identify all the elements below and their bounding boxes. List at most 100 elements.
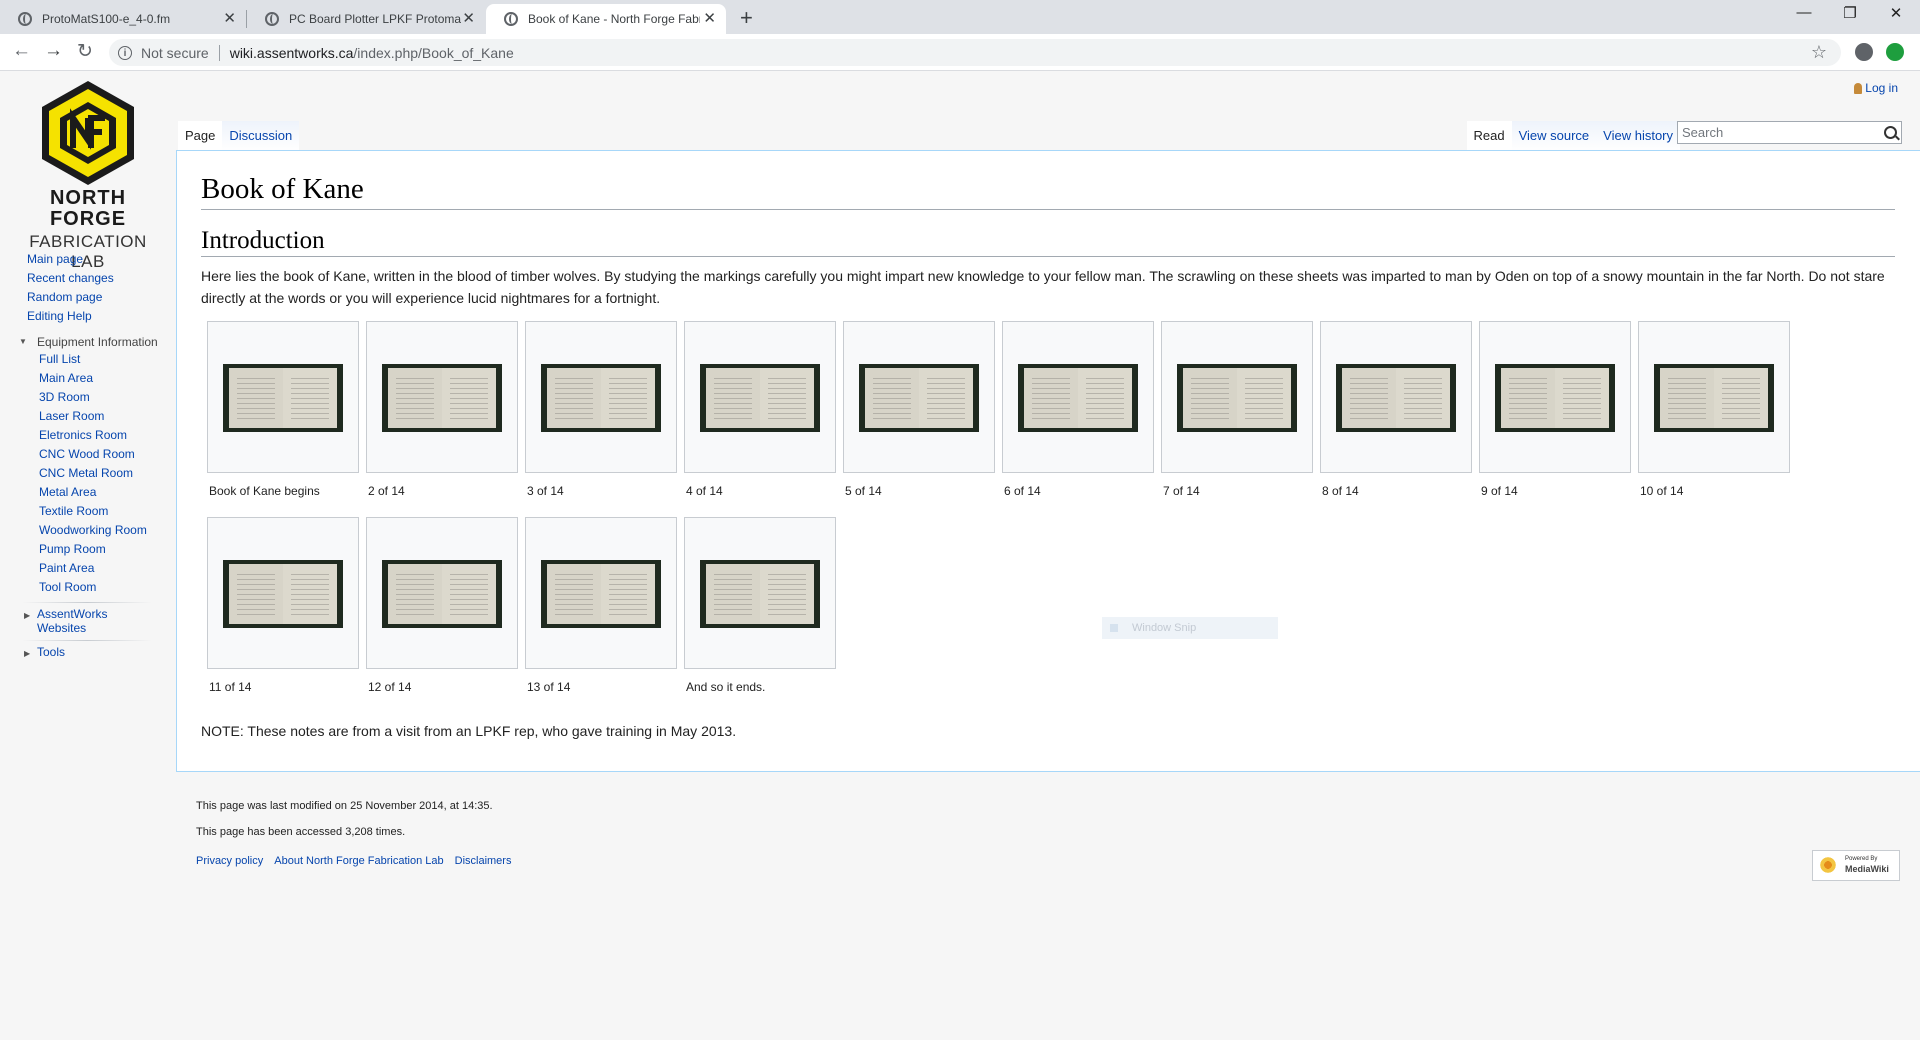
footer-links: Privacy policy About North Forge Fabrica… [196, 855, 511, 867]
tab-read[interactable]: Read [1466, 121, 1512, 152]
browser-tab[interactable]: ProtoMatS100-e_4-0.fm ✕ [0, 4, 246, 34]
notebook-photo[interactable] [1177, 364, 1297, 432]
equipment-portal-heading[interactable]: ▼ Equipment Information [19, 334, 176, 350]
gallery-thumbnail[interactable] [207, 321, 359, 473]
notebook-photo[interactable] [541, 364, 661, 432]
notebook-photo[interactable] [223, 364, 343, 432]
notebook-photo[interactable] [1336, 364, 1456, 432]
equipment-portal: Full List Main Area 3D Room Laser Room E… [39, 350, 176, 597]
section-heading: Introduction [201, 227, 325, 254]
browser-tab[interactable]: PC Board Plotter LPKF Protomat ✕ [247, 4, 485, 34]
close-tab-icon[interactable]: ✕ [703, 11, 716, 26]
nav-main-page[interactable]: Main page [27, 250, 176, 269]
gallery-thumbnail[interactable] [366, 517, 518, 669]
mediawiki-sunflower-icon [1819, 856, 1837, 874]
gallery-thumbnail[interactable] [1002, 321, 1154, 473]
notebook-page-right [760, 564, 814, 624]
notebook-page-right [1555, 368, 1609, 428]
nav-woodworking-room[interactable]: Woodworking Room [39, 521, 176, 540]
notebook-photo[interactable] [382, 560, 502, 628]
profile-icon[interactable] [1855, 43, 1873, 61]
nav-full-list[interactable]: Full List [39, 350, 176, 369]
bookmark-star-icon[interactable]: ☆ [1811, 42, 1827, 63]
browser-tab-active[interactable]: Book of Kane - North Forge Fabr ✕ [486, 4, 726, 34]
nav-textile-room[interactable]: Textile Room [39, 502, 176, 521]
notebook-page-right [601, 564, 655, 624]
nav-tool-room[interactable]: Tool Room [39, 578, 176, 597]
tools-portal-heading[interactable]: ▶ Tools [24, 645, 176, 659]
notebook-photo[interactable] [859, 364, 979, 432]
nav-laser-room[interactable]: Laser Room [39, 407, 176, 426]
personal-tools: Log in [1854, 81, 1898, 95]
nav-editing-help[interactable]: Editing Help [27, 307, 176, 326]
notebook-photo[interactable] [1654, 364, 1774, 432]
nav-pump-room[interactable]: Pump Room [39, 540, 176, 559]
nav-cnc-wood-room[interactable]: CNC Wood Room [39, 445, 176, 464]
gallery-thumbnail[interactable] [1638, 321, 1790, 473]
nav-main-area[interactable]: Main Area [39, 369, 176, 388]
disclaimers-link[interactable]: Disclaimers [455, 855, 512, 867]
notebook-photo[interactable] [1495, 364, 1615, 432]
gallery-caption: 10 of 14 [1640, 484, 1684, 498]
notebook-page-left [706, 564, 760, 624]
nav-cnc-metal-room[interactable]: CNC Metal Room [39, 464, 176, 483]
notebook-photo[interactable] [700, 560, 820, 628]
gallery-thumbnail[interactable] [684, 321, 836, 473]
reload-button[interactable]: ↻ [77, 40, 93, 63]
log-in-link[interactable]: Log in [1865, 81, 1898, 95]
notebook-photo[interactable] [700, 364, 820, 432]
extension-icon[interactable] [1886, 43, 1904, 61]
notebook-photo[interactable] [223, 560, 343, 628]
notebook-photo[interactable] [541, 560, 661, 628]
tab-page[interactable]: Page [178, 121, 223, 152]
new-tab-button[interactable]: + [740, 5, 753, 31]
maximize-button[interactable]: ❐ [1827, 4, 1873, 22]
tab-view-source[interactable]: View source [1511, 121, 1597, 152]
privacy-policy-link[interactable]: Privacy policy [196, 855, 263, 867]
about-link[interactable]: About North Forge Fabrication Lab [274, 855, 443, 867]
info-icon[interactable]: i [118, 45, 132, 60]
back-button[interactable]: ← [12, 40, 31, 62]
view-tabs: Read View source View history [1466, 121, 1680, 152]
globe-icon [18, 12, 32, 26]
nav-3d-room[interactable]: 3D Room [39, 388, 176, 407]
address-bar[interactable]: i Not secure wiki.assentworks.ca/index.p… [109, 39, 1841, 66]
tab-strip: ProtoMatS100-e_4-0.fm ✕ PC Board Plotter… [0, 0, 1920, 34]
tab-view-history[interactable]: View history [1596, 121, 1680, 152]
notebook-page-right [919, 368, 973, 428]
notebook-page-right [442, 564, 496, 624]
gallery-thumbnail[interactable] [1479, 321, 1631, 473]
forward-button[interactable]: → [44, 40, 63, 62]
powered-by-mediawiki-badge[interactable]: Powered By MediaWiki [1812, 850, 1900, 881]
nav-eletronics-room[interactable]: Eletronics Room [39, 426, 176, 445]
gallery-thumbnail[interactable] [525, 517, 677, 669]
close-tab-icon[interactable]: ✕ [223, 11, 236, 26]
gallery-thumbnail[interactable] [207, 517, 359, 669]
window-close-button[interactable]: ✕ [1873, 4, 1919, 22]
close-tab-icon[interactable]: ✕ [462, 11, 475, 26]
notebook-photo[interactable] [382, 364, 502, 432]
nav-metal-area[interactable]: Metal Area [39, 483, 176, 502]
tab-discussion[interactable]: Discussion [222, 121, 300, 152]
nav-random-page[interactable]: Random page [27, 288, 176, 307]
gallery-thumbnail[interactable] [1161, 321, 1313, 473]
search-input[interactable]: Search [1677, 121, 1902, 144]
gallery-thumbnail[interactable] [843, 321, 995, 473]
site-logo[interactable]: NORTH FORGE FABRICATION LAB [14, 78, 162, 272]
gallery-thumbnail[interactable] [366, 321, 518, 473]
gallery-thumbnail[interactable] [1320, 321, 1472, 473]
intro-paragraph: Here lies the book of Kane, written in t… [201, 268, 1885, 306]
assentworks-portal-heading[interactable]: ▶ AssentWorks Websites [24, 607, 127, 635]
url-host: wiki.assentworks.ca [229, 44, 354, 61]
gallery-thumbnail[interactable] [684, 517, 836, 669]
note-paragraph: NOTE: These notes are from a visit from … [201, 723, 737, 739]
search-icon[interactable] [1884, 126, 1897, 139]
gallery-thumbnail[interactable] [525, 321, 677, 473]
page-title: Book of Kane [201, 173, 364, 205]
notebook-photo[interactable] [1018, 364, 1138, 432]
minimize-button[interactable]: — [1781, 4, 1827, 21]
notebook-page-left [1024, 368, 1078, 428]
nav-recent-changes[interactable]: Recent changes [27, 269, 176, 288]
nav-paint-area[interactable]: Paint Area [39, 559, 176, 578]
footer-view-count: This page has been accessed 3,208 times. [196, 826, 406, 838]
